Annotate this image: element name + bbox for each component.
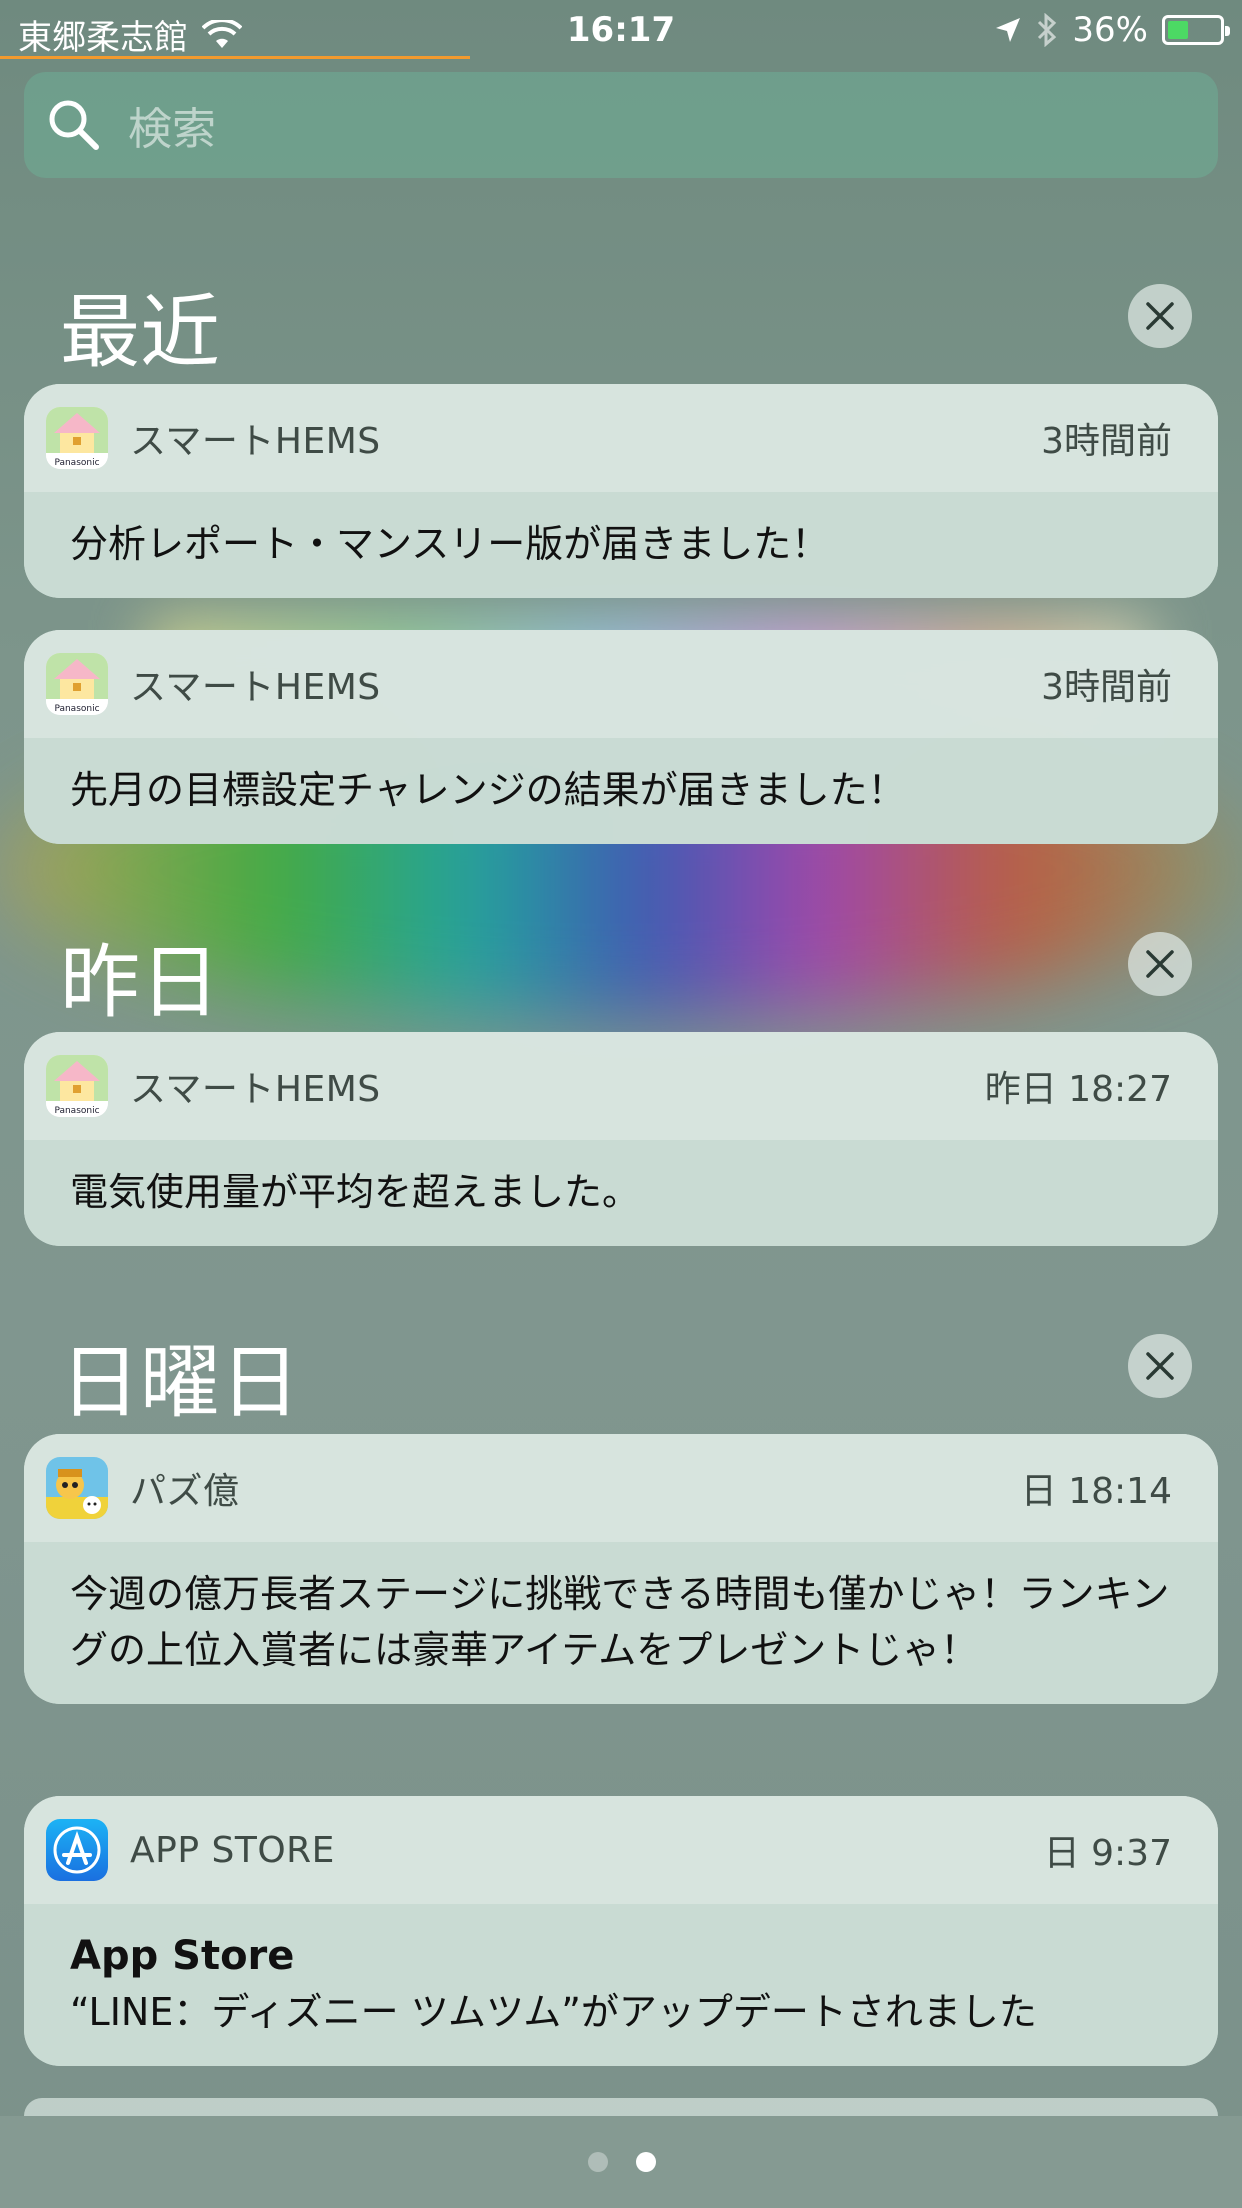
section-title-recent: 最近 (60, 286, 220, 379)
section-title-sunday: 日曜日 (60, 1336, 300, 1429)
close-icon (1146, 302, 1174, 330)
notification-header: Panasonic スマートHEMS 3時間前 (24, 384, 1218, 492)
character-icon (46, 1457, 108, 1519)
clear-sunday-button[interactable] (1128, 1334, 1192, 1398)
notification-time: 昨日 18:27 (984, 1069, 1172, 1110)
app-name: APP STORE (130, 1829, 335, 1871)
location-icon (996, 18, 1021, 42)
notification-time: 日 9:37 (1043, 1833, 1172, 1874)
search-placeholder: 検索 (128, 104, 216, 155)
house-icon: Panasonic (46, 1055, 108, 1117)
close-icon (1146, 950, 1174, 978)
notification-card[interactable]: Panasonic スマートHEMS 3時間前 先月の目標設定チャレンジの結果が… (24, 630, 1218, 844)
bottom-bar (0, 2116, 1242, 2208)
notification-title: App Store (70, 1933, 295, 1979)
svg-text:Panasonic: Panasonic (54, 458, 99, 468)
app-store-icon (46, 1819, 108, 1881)
notification-body-wrap: App Store “LINE：ディズニー ツムツム”がアップデートされました (24, 1904, 1218, 2066)
loading-bar (0, 56, 470, 59)
search-field[interactable]: 検索 (24, 72, 1218, 178)
notification-body: “LINE：ディズニー ツムツム”がアップデートされました (70, 1990, 1037, 2034)
notification-header: APP STORE 日 9:37 (24, 1796, 1218, 1904)
notification-header: パズ億 日 18:14 (24, 1434, 1218, 1542)
close-icon (1146, 1352, 1174, 1380)
notification-time: 3時間前 (1041, 421, 1172, 462)
notification-time: 日 18:14 (1020, 1471, 1172, 1512)
notification-card[interactable]: Panasonic スマートHEMS 昨日 18:27 電気使用量が平均を超えま… (24, 1032, 1218, 1246)
app-name: スマートHEMS (130, 1069, 381, 1110)
notification-card[interactable]: パズ億 日 18:14 今週の億万長者ステージに挑戦できる時間も僅かじゃ！ランキ… (24, 1434, 1218, 1704)
notification-header: Panasonic スマートHEMS 3時間前 (24, 630, 1218, 738)
battery-icon (1162, 15, 1230, 45)
page-dot-1[interactable] (588, 2152, 608, 2172)
next-notification-peek[interactable] (24, 2098, 1218, 2116)
clear-recent-button[interactable] (1128, 284, 1192, 348)
app-name: スマートHEMS (130, 421, 381, 462)
house-icon: Panasonic (46, 407, 108, 469)
status-right: 36% (994, 10, 1230, 50)
notification-body: 先月の目標設定チャレンジの結果が届きました！ (24, 738, 1218, 844)
notification-card[interactable]: APP STORE 日 9:37 App Store “LINE：ディズニー ツ… (24, 1796, 1218, 2066)
app-name: スマートHEMS (130, 667, 381, 708)
svg-text:Panasonic: Panasonic (54, 704, 99, 714)
notification-header: Panasonic スマートHEMS 昨日 18:27 (24, 1032, 1218, 1140)
notification-body: 電気使用量が平均を超えました。 (24, 1140, 1218, 1246)
bluetooth-icon (1038, 13, 1057, 47)
search-icon (49, 100, 99, 150)
notification-body: 分析レポート・マンスリー版が届きました！ (24, 492, 1218, 598)
notification-time: 3時間前 (1041, 667, 1172, 708)
section-title-yesterday: 昨日 (60, 936, 220, 1029)
clear-yesterday-button[interactable] (1128, 932, 1192, 996)
notification-body: 今週の億万長者ステージに挑戦できる時間も僅かじゃ！ランキングの上位入賞者には豪華… (24, 1542, 1218, 1704)
status-bar: 東郷柔志館 16:17 36% (0, 0, 1242, 60)
page-dot-2-active[interactable] (636, 2152, 656, 2172)
notification-card[interactable]: Panasonic スマートHEMS 3時間前 分析レポート・マンスリー版が届き… (24, 384, 1218, 598)
house-icon: Panasonic (46, 653, 108, 715)
svg-text:Panasonic: Panasonic (54, 1106, 99, 1116)
battery-percent: 36% (1072, 10, 1148, 50)
app-name: パズ億 (130, 1471, 240, 1512)
